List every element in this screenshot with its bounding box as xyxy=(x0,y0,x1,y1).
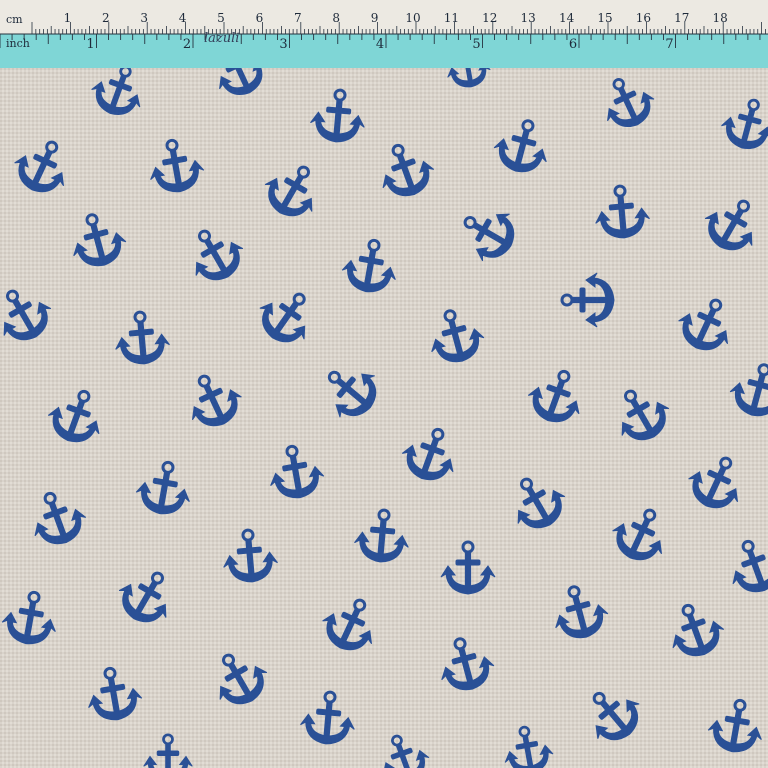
ruler: cm inch lazuli 1 2 3 4 5 6 7 8 9 10 11 12 13 14 15 16 17… xyxy=(0,0,768,68)
ruler-brand-text: lazuli xyxy=(204,31,239,46)
cm-label: 18 xyxy=(713,11,728,25)
cm-label: 13 xyxy=(521,11,536,25)
cm-label: 11 xyxy=(444,11,459,25)
cm-label: 16 xyxy=(636,11,651,25)
cm-label: 12 xyxy=(482,11,497,25)
cm-unit-label: cm xyxy=(6,13,23,26)
cm-label: 2 xyxy=(102,11,110,25)
cm-label: 5 xyxy=(217,11,225,25)
fabric-photo: cm inch lazuli 1 2 3 4 5 6 7 8 9 10 11 12 13 14 15 16 17… xyxy=(0,0,768,768)
fabric-background xyxy=(0,0,768,768)
inch-label: 5 xyxy=(472,37,480,52)
cm-label: 14 xyxy=(559,11,575,25)
inch-label: 7 xyxy=(665,37,673,52)
cm-label: 7 xyxy=(294,11,302,25)
inch-label: 6 xyxy=(569,37,577,52)
cm-label: 6 xyxy=(256,11,264,25)
cm-label: 15 xyxy=(597,11,612,25)
inch-label: 2 xyxy=(183,37,191,52)
inch-label: 4 xyxy=(376,37,384,52)
cm-label: 10 xyxy=(405,11,420,25)
inch-unit-label: inch xyxy=(6,37,30,50)
inch-label: 3 xyxy=(279,37,287,52)
cm-label: 4 xyxy=(179,11,187,25)
cm-label: 1 xyxy=(64,11,72,25)
cm-label: 17 xyxy=(674,11,689,25)
cm-label: 8 xyxy=(332,11,340,25)
cm-label: 3 xyxy=(140,11,148,25)
inch-label: 1 xyxy=(86,37,94,52)
cm-label: 9 xyxy=(371,11,379,25)
ruler-cm-strip xyxy=(0,0,768,34)
